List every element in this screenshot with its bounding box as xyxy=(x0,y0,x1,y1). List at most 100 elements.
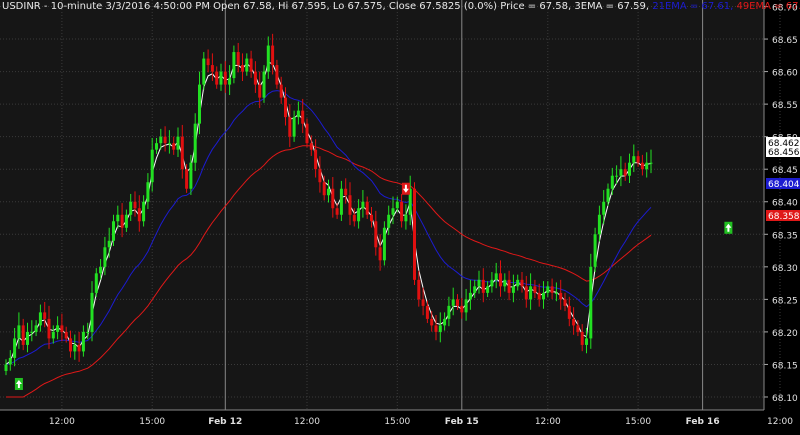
price-tag-label: 68.4562 xyxy=(768,148,800,158)
candle-body xyxy=(176,136,180,150)
candle-body xyxy=(550,286,554,293)
x-tick-label: 15:00 xyxy=(139,417,165,427)
candle-body xyxy=(167,143,171,145)
candle-body xyxy=(86,331,90,333)
candle-body xyxy=(318,169,322,183)
candle-body xyxy=(615,175,619,177)
candle-body xyxy=(387,214,391,228)
candle-body xyxy=(456,299,459,306)
candle-body xyxy=(17,325,21,339)
candle-body xyxy=(146,182,150,202)
candle-body xyxy=(4,364,8,371)
candle-body xyxy=(481,279,485,293)
candle-body xyxy=(542,292,545,300)
x-tick-label: 12:00 xyxy=(535,417,561,427)
candle-body xyxy=(163,136,167,144)
candle-body xyxy=(352,214,356,222)
candle-body xyxy=(189,162,193,189)
candle-body xyxy=(296,110,300,118)
candle-body xyxy=(185,169,189,189)
y-tick-label: 68.60 xyxy=(772,69,798,79)
candle-body xyxy=(524,286,528,300)
candle-body xyxy=(559,292,563,300)
candle-body xyxy=(309,143,313,150)
candle-body xyxy=(56,325,60,332)
candle-body xyxy=(361,201,365,209)
candle-body xyxy=(241,65,244,72)
candle-body xyxy=(580,331,584,345)
candle-body xyxy=(81,331,85,352)
candle-body xyxy=(223,71,227,85)
candle-body xyxy=(159,136,163,144)
candle-body xyxy=(499,273,502,287)
candle-body xyxy=(468,292,472,300)
candle-body xyxy=(73,344,77,352)
title-main: USDINR - 10-minute 3/3/2016 4:50:00 PM O… xyxy=(2,1,653,12)
candle-body xyxy=(533,286,537,293)
x-tick-label: Feb 15 xyxy=(445,417,479,427)
candle-body xyxy=(417,279,421,300)
candle-body xyxy=(314,149,318,170)
candle-body xyxy=(198,84,201,124)
candle-body xyxy=(180,136,184,170)
candle-body xyxy=(460,305,464,313)
candle-body xyxy=(344,188,348,196)
candle-body xyxy=(262,71,266,98)
title-ema49: 49EMA = 67.67 xyxy=(736,1,800,12)
candle-body xyxy=(649,162,653,164)
candle-body xyxy=(520,279,524,287)
candle-body xyxy=(636,156,640,163)
candle-body xyxy=(567,305,571,319)
chart-title: USDINR - 10-minute 3/3/2016 4:50:00 PM O… xyxy=(2,0,800,13)
candle-body xyxy=(107,240,111,248)
candle-body xyxy=(120,214,124,228)
candle-body xyxy=(623,169,627,176)
candle-body xyxy=(537,292,541,300)
y-tick-label: 68.15 xyxy=(772,361,798,371)
candle-body xyxy=(219,71,223,85)
y-tick-label: 68.40 xyxy=(772,199,798,209)
candle-body xyxy=(546,286,550,293)
candle-body xyxy=(430,318,434,326)
candle-body xyxy=(292,117,296,137)
chart-svg: 68.10 68.15 68.20 68.25 68.30 68.35 68.40 68.45… xyxy=(0,0,800,431)
candle-body xyxy=(494,273,498,280)
candlestick-chart: 68.10 68.15 68.20 68.25 68.30 68.35 68.40 68.45… xyxy=(0,0,800,431)
candle-body xyxy=(236,52,240,66)
y-tick-label: 68.55 xyxy=(772,101,798,111)
candle-body xyxy=(443,318,447,326)
candle-body xyxy=(438,325,442,332)
y-tick-label: 68.25 xyxy=(772,296,798,306)
candle-body xyxy=(563,299,567,306)
candle-body xyxy=(516,279,520,287)
candle-body xyxy=(284,97,287,118)
candle-body xyxy=(112,221,115,241)
y-tick-label: 68.20 xyxy=(772,329,798,339)
candle-body xyxy=(206,58,210,66)
y-tick-label: 68.10 xyxy=(772,394,798,404)
candle-body xyxy=(365,201,369,215)
candle-body xyxy=(193,123,197,163)
candle-body xyxy=(382,227,386,261)
candle-body xyxy=(94,273,98,293)
candle-body xyxy=(395,201,399,209)
candle-body xyxy=(610,175,614,189)
candle-body xyxy=(357,208,361,222)
candle-body xyxy=(60,325,64,332)
x-tick-label: 15:00 xyxy=(625,417,651,427)
candle-body xyxy=(21,325,25,345)
y-tick-label: 68.65 xyxy=(772,36,798,46)
candle-body xyxy=(210,65,214,72)
candle-body xyxy=(228,78,232,85)
candle-body xyxy=(602,201,606,215)
candle-body xyxy=(421,299,425,306)
candle-body xyxy=(327,188,330,196)
candle-body xyxy=(142,201,146,222)
candle-body xyxy=(511,286,515,293)
x-tick-label: 12:00 xyxy=(767,417,793,427)
price-tag-label: 68.4048 xyxy=(768,180,800,190)
candle-body xyxy=(370,214,373,222)
candle-body xyxy=(34,325,38,332)
candle-body xyxy=(632,156,636,163)
candle-body xyxy=(133,201,137,209)
